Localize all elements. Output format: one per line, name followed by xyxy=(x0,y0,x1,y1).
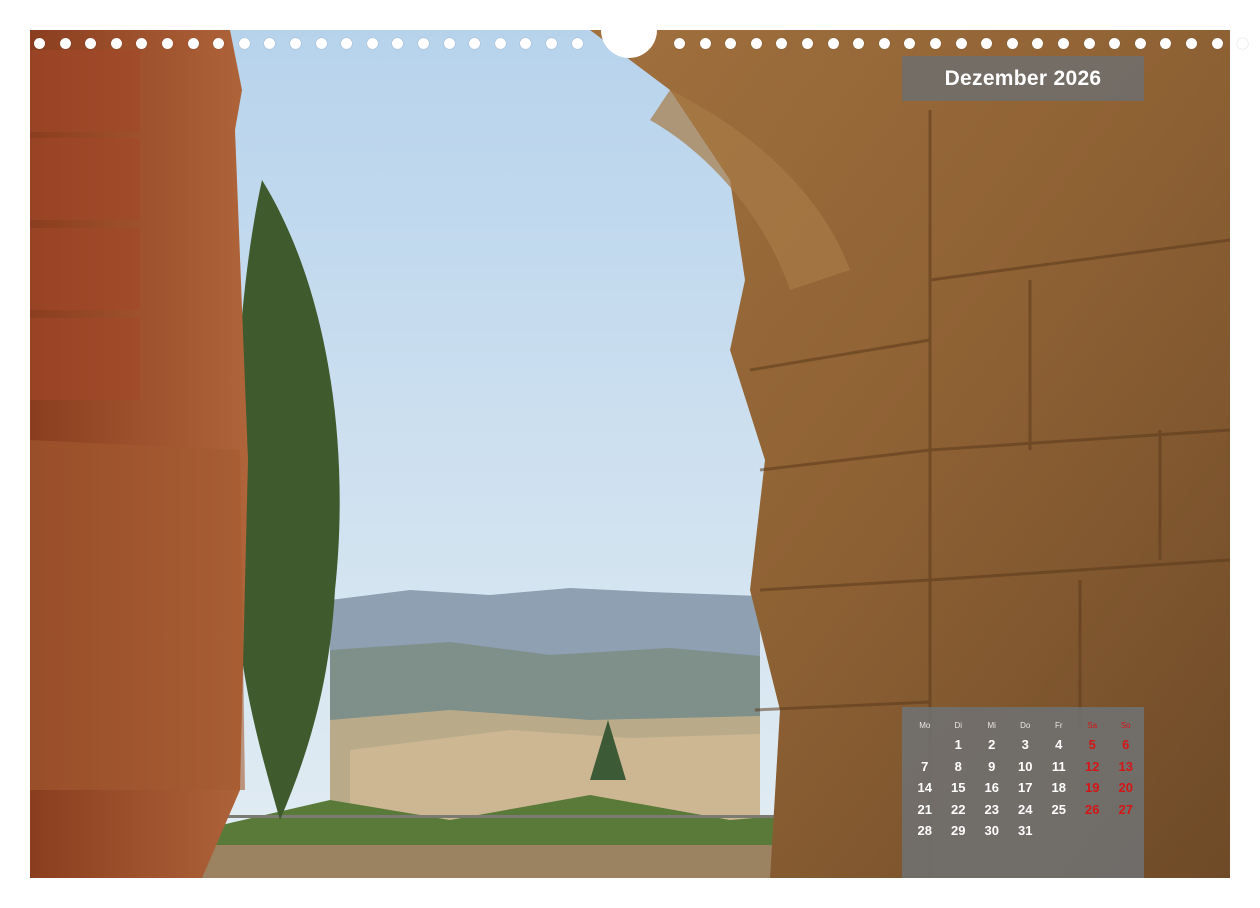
calendar-day: 21 xyxy=(917,801,932,817)
weekday-header: Mi xyxy=(987,721,996,730)
binding-hole xyxy=(1160,38,1172,49)
calendar-day: 29 xyxy=(951,823,966,838)
binding-hole xyxy=(520,38,532,49)
calendar-day: 11 xyxy=(1051,758,1066,774)
binding-hole xyxy=(59,38,71,49)
binding-hole xyxy=(418,38,429,49)
binding-hole xyxy=(238,38,250,49)
month-title-box: Dezember 2026 xyxy=(902,56,1144,101)
calendar-day: 19 xyxy=(1085,780,1100,795)
binding-hole xyxy=(290,38,301,49)
binding-hole xyxy=(827,38,839,49)
binding-hole xyxy=(136,38,148,49)
binding-hole xyxy=(1058,38,1069,49)
binding-hole xyxy=(213,38,225,49)
binding-hole xyxy=(878,38,890,49)
binding-hole xyxy=(802,38,813,49)
calendar-day: 26 xyxy=(1085,801,1100,817)
binding-hole xyxy=(1134,38,1146,49)
binding-hole xyxy=(110,38,122,49)
binding-hole xyxy=(341,38,353,49)
month-calendar: Mo Di Mi Do Fr Sa So 1 2 3 4 5 6 7 8 9 10 11 12 13 14 15 16 17 1… xyxy=(902,707,1144,878)
calendar-day: 4 xyxy=(1055,737,1063,752)
calendar-day: 2 xyxy=(988,737,996,752)
binding-hole xyxy=(571,38,583,49)
calendar-day: 18 xyxy=(1051,780,1066,795)
calendar-day: 12 xyxy=(1085,758,1100,774)
calendar-day: 20 xyxy=(1118,780,1133,795)
binding-hole xyxy=(85,38,97,49)
weekday-header: Sa xyxy=(1087,721,1098,730)
binding-hole xyxy=(853,38,865,49)
calendar-day: 25 xyxy=(1051,801,1066,817)
binding-hole xyxy=(1186,38,1197,49)
calendar-day: 30 xyxy=(984,823,999,838)
weekday-header: So xyxy=(1120,721,1131,730)
binding-hole xyxy=(366,38,378,49)
binding-hole xyxy=(162,38,173,49)
calendar-day: 1 xyxy=(954,737,962,752)
calendar-day: 9 xyxy=(988,758,996,774)
calendar-day: 15 xyxy=(951,780,966,795)
calendar-day: 8 xyxy=(954,758,962,774)
binding-hole xyxy=(930,38,941,49)
calendar-day: 10 xyxy=(1018,758,1033,774)
calendar-day: 16 xyxy=(984,780,999,795)
calendar-day: 17 xyxy=(1018,780,1033,795)
binding-hole xyxy=(674,38,685,49)
calendar-day: 14 xyxy=(917,780,932,795)
binding-hole xyxy=(725,38,737,49)
binding-hole xyxy=(392,38,404,49)
calendar-day: 13 xyxy=(1118,758,1133,774)
binding-hole xyxy=(546,38,557,49)
month-title: Dezember 2026 xyxy=(944,66,1102,90)
binding-hole xyxy=(1032,38,1044,49)
weekday-header: Do xyxy=(1020,721,1031,730)
binding-hole xyxy=(1109,38,1121,49)
binding-hole xyxy=(750,38,762,49)
calendar-day: 6 xyxy=(1122,737,1130,752)
calendar-day xyxy=(1109,820,1143,842)
binding-hole xyxy=(955,38,967,49)
calendar-day: 22 xyxy=(951,801,966,817)
binding-hole xyxy=(469,38,481,49)
weekday-header: Di xyxy=(954,721,963,730)
calendar-day: 24 xyxy=(1018,801,1033,817)
binding-hole xyxy=(776,38,788,49)
calendar-day: 31 xyxy=(1018,823,1033,838)
binding-hole xyxy=(187,38,199,49)
binding-hole xyxy=(1006,38,1018,49)
calendar-day: 27 xyxy=(1118,801,1133,817)
binding-hole xyxy=(34,38,45,49)
calendar-day: 5 xyxy=(1088,737,1096,752)
binding-hole xyxy=(494,38,506,49)
binding-hole xyxy=(981,38,993,49)
binding-hole xyxy=(1083,38,1095,49)
weekday-header: Fr xyxy=(1054,721,1063,730)
binding-hole xyxy=(1211,38,1223,49)
binding-hole xyxy=(904,38,916,49)
calendar-day: 3 xyxy=(1021,737,1029,752)
binding-holes xyxy=(30,36,1249,52)
calendar-day: 7 xyxy=(921,758,929,774)
calendar-day: 23 xyxy=(984,801,999,817)
binding-hole xyxy=(264,38,276,49)
binding-hole xyxy=(699,38,711,49)
binding-hole xyxy=(315,38,327,49)
calendar-day xyxy=(1042,820,1076,842)
calendar-day xyxy=(908,734,942,756)
calendar-grid: Mo Di Mi Do Fr Sa So 1 2 3 4 5 6 7 8 9 10 11 12 13 14 15 16 17 1… xyxy=(908,721,1143,842)
weekday-header: Mo xyxy=(919,721,931,730)
binding-hole xyxy=(1237,38,1249,49)
binding-hole xyxy=(443,38,455,49)
calendar-day: 28 xyxy=(917,823,932,838)
calendar-day xyxy=(1076,820,1110,842)
